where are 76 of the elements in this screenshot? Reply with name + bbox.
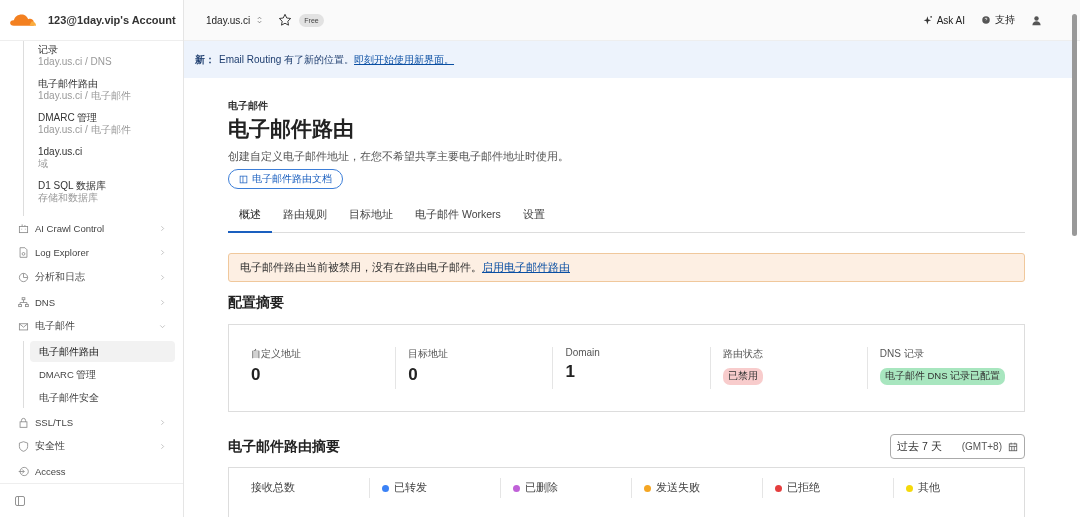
stat-label: 目标地址 [408,347,450,361]
toolbar-button[interactable]: 支持 [981,13,1015,27]
nav-item[interactable]: SSL/TLS [0,409,183,435]
stat-value: 0 [408,365,419,385]
page-description: 创建自定义电子邮件地址，在您不希望共享主要电子邮件地址时使用。 [228,149,570,164]
stat-label: DNS 记录 [879,347,925,361]
metric-label: 已转发 [394,481,427,495]
chevron-up-down-icon [255,15,265,25]
chevron-right-icon [158,297,167,307]
toolbar-button[interactable]: Ask AI [922,14,965,26]
alert-link[interactable]: 启用电子邮件路由 [482,260,570,273]
metric-label: 发送失败 [656,481,700,495]
chevron-right-icon [158,442,167,452]
account-name[interactable]: 123@1day.vip's Account [48,14,176,26]
stat-label: 路由状态 [722,347,764,361]
metric-label: 其他 [918,481,940,495]
sidebar-subitem[interactable]: 电子邮件路由 [30,340,175,362]
metric-label: 已删除 [525,481,558,495]
stat-value: 1 [565,362,576,382]
sidebar-subitem[interactable]: DMARC 管理 [30,363,175,385]
nav-item[interactable]: 安全性 [0,434,183,460]
tab[interactable]: 目标地址 [338,201,404,233]
status-badge: 电子邮件 DNS 记录已配置 [879,368,1006,385]
book-icon [239,174,248,184]
sign-in-icon [18,465,29,477]
alert-message: 电子邮件路由当前被禁用，没有在路由电子邮件。启用电子邮件路由 [240,260,570,275]
calendar-icon [1008,441,1018,452]
breadcrumb: 电子邮件 [228,99,269,113]
tab[interactable]: 路由规则 [272,201,338,233]
document-icon [18,247,29,259]
user-icon[interactable] [1031,14,1042,26]
chevron-right-icon [158,417,167,427]
pie-chart-icon [18,272,29,283]
robot-icon [18,222,29,234]
date-range-picker[interactable]: 过去 7 天 (GMT+8) [890,434,1025,459]
banner-message: 新： Email Routing 有了新的位置。即刻开始使用新界面。 [195,52,455,67]
recent-item[interactable]: 电子邮件路由 1day.us.ci / 电子邮件 [38,72,183,106]
nav-item[interactable]: Log Explorer [0,240,183,266]
chevron-right-icon [158,223,167,233]
help-circle-icon [981,15,991,25]
nav-item[interactable]: Access [0,459,183,483]
chevron-right-icon [158,273,167,282]
sidebar-subitem[interactable]: 电子邮件安全 [30,386,175,408]
sparkle-icon [922,15,933,25]
stat-label: Domain [565,347,601,358]
recent-item[interactable]: 记录 1day.us.ci / DNS [38,41,183,72]
section-title: 配置摘要 [228,294,285,312]
docs-link[interactable]: 电子邮件路由文档 [228,169,343,189]
domain-selector[interactable]: 1day.us.ci [206,14,265,26]
tab[interactable]: 电子邮件 Workers [404,201,512,233]
nav-item[interactable]: 电子邮件 [0,314,183,339]
recent-item[interactable]: 1day.us.ci 域 [38,140,183,174]
scrollbar[interactable] [1072,14,1077,236]
star-icon[interactable] [278,13,293,27]
banner-link[interactable]: 即刻开始使用新界面。 [354,53,455,65]
network-icon [18,296,29,308]
stat-label: 自定义地址 [251,347,302,361]
chevron-right-icon [158,248,167,258]
tab[interactable]: 概述 [228,201,272,233]
panel-toggle-icon [14,494,26,507]
nav-item[interactable]: AI Crawl Control [0,216,183,241]
status-badge: 已禁用 [722,368,763,385]
nav-item[interactable]: 分析和日志 [0,265,183,290]
section-title: 电子邮件路由摘要 [228,437,340,456]
recent-item[interactable]: D1 SQL 数据库 存储和数据库 [38,174,183,208]
shield-icon [18,441,29,453]
cloud-logo-icon [10,14,36,26]
nav-item[interactable]: DNS [0,289,183,315]
envelope-icon [18,321,29,333]
tab[interactable]: 设置 [511,201,556,233]
lock-icon [18,416,29,428]
metric-label: 接收总数 [251,481,295,495]
metric-label: 已拒绝 [787,481,820,495]
stat-value: 0 [251,365,262,385]
page-title: 电子邮件路由 [228,116,355,142]
recent-item[interactable]: DMARC 管理 1day.us.ci / 电子邮件 [38,106,183,140]
